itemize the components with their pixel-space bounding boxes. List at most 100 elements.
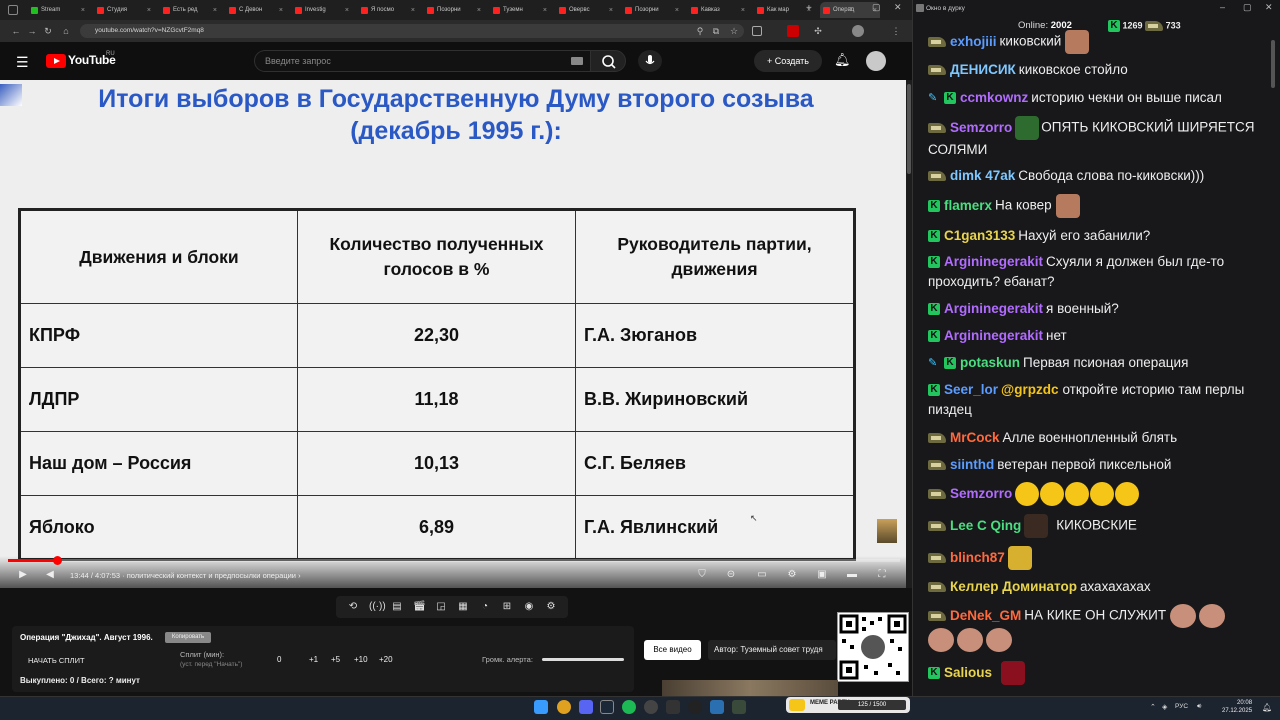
zoom-icon[interactable]: ⚲	[694, 24, 706, 38]
create-button[interactable]: + Создать	[754, 50, 822, 72]
browser-tab[interactable]: Есть ред ×	[160, 2, 220, 18]
clapper-icon[interactable]: 🎬︎	[413, 601, 426, 613]
chat-scrollbar-thumb[interactable]	[1271, 40, 1275, 88]
new-tab-icon[interactable]: +	[806, 3, 812, 14]
obs-icon[interactable]	[644, 700, 658, 714]
close-window-icon[interactable]: ✕	[894, 2, 902, 13]
split-add-5-button[interactable]: +5	[331, 655, 340, 664]
search-button[interactable]	[590, 50, 626, 72]
channel-watermark[interactable]	[876, 518, 898, 544]
url-input[interactable]: youtube.com/watch?v=NZGcvtF2mq8	[80, 24, 744, 38]
split-value-0[interactable]: 0	[277, 655, 281, 664]
tab-close-icon[interactable]: ×	[477, 7, 481, 14]
tab-close-icon[interactable]: ×	[81, 7, 85, 14]
keyboard-icon[interactable]	[571, 57, 583, 65]
cast-icon[interactable]: ⧉	[710, 24, 722, 38]
explorer-icon[interactable]	[732, 700, 746, 714]
extension-settings-icon[interactable]: ⚙	[545, 601, 557, 613]
search-input[interactable]: Введите запрос	[254, 50, 590, 72]
subtitles-icon[interactable]: ▭	[755, 568, 769, 582]
fullscreen-icon[interactable]: ⛶	[875, 568, 889, 582]
speed-icon[interactable]: ◔	[479, 601, 491, 613]
hamburger-menu-icon[interactable]: ☰	[16, 54, 29, 71]
chat-username[interactable]: Lee C Qing	[950, 518, 1021, 533]
chrome-icon[interactable]	[557, 700, 571, 714]
page-scrollbar-thumb[interactable]	[907, 84, 911, 174]
chat-username[interactable]: ccmkownz	[960, 90, 1028, 105]
chat-username[interactable]: blinch87	[950, 550, 1005, 565]
browser-tab[interactable]: Студия ×	[94, 2, 154, 18]
spotify-icon[interactable]	[622, 700, 636, 714]
notifications-bell-icon[interactable]: 🔔︎	[834, 52, 851, 68]
tab-close-icon[interactable]: ×	[279, 7, 283, 14]
author-button[interactable]: Автор: Туземный совет трудя	[708, 640, 836, 660]
chat-username[interactable]: ДЕНИСИК	[950, 62, 1016, 77]
chapter-title[interactable]: · политический контекст и предпосылки оп…	[122, 571, 296, 580]
clock[interactable]: 20:08 27.12.2025	[1222, 699, 1252, 715]
loop-icon[interactable]: ⟲	[347, 601, 359, 613]
cinema-icon[interactable]: ▤	[391, 601, 403, 613]
windows-start-icon[interactable]	[534, 700, 548, 714]
tab-overview-icon[interactable]	[8, 5, 18, 15]
all-videos-button[interactable]: Все видео	[644, 640, 701, 660]
chat-username[interactable]: MrCock	[950, 430, 1000, 445]
telegram-icon[interactable]	[710, 700, 724, 714]
theater-mode-icon[interactable]: ▬	[845, 568, 859, 582]
forward-icon[interactable]: →	[26, 24, 38, 38]
tab-close-icon[interactable]: ×	[147, 7, 151, 14]
chat-username[interactable]: Salious	[944, 665, 992, 680]
maximize-icon[interactable]: ▢	[872, 2, 881, 13]
tray-chevron-icon[interactable]: ⌃	[1150, 703, 1156, 711]
app-icon[interactable]	[666, 700, 680, 714]
bookmark-star-icon[interactable]: ☆	[728, 24, 740, 38]
chat-username[interactable]: Argininegerakit	[944, 301, 1043, 316]
chat-username[interactable]: Semzorro	[950, 486, 1012, 501]
chat-username[interactable]: Semzorro	[950, 120, 1012, 135]
browser-tab[interactable]: Позорни ×	[622, 2, 682, 18]
network-icon[interactable]: ◈	[1162, 703, 1167, 711]
chat-username[interactable]: Келлер Доминатор	[950, 579, 1077, 594]
progress-bar[interactable]	[8, 559, 900, 562]
chat-username[interactable]: siinthd	[950, 457, 994, 472]
tab-close-icon[interactable]: ×	[345, 7, 349, 14]
speaker-icon[interactable]: 🔊︎	[1197, 703, 1201, 711]
split-add-10-button[interactable]: +10	[354, 655, 368, 664]
browser-tab[interactable]: Investig ×	[292, 2, 352, 18]
media-icon[interactable]	[688, 700, 702, 714]
avatar[interactable]	[866, 51, 886, 71]
chat-username[interactable]: DeNek_GM	[950, 608, 1021, 623]
steam-icon[interactable]	[600, 700, 614, 714]
browser-tab[interactable]: Stream ×	[28, 2, 88, 18]
tab-close-icon[interactable]: ×	[411, 7, 415, 14]
extensions-puzzle-icon[interactable]: ✣	[812, 24, 824, 38]
start-split-button[interactable]: НАЧАТЬ СПЛИТ	[28, 656, 85, 665]
language-indicator[interactable]: РУС	[1175, 703, 1188, 710]
voice-search-button[interactable]	[638, 50, 662, 72]
chat-mention[interactable]: @grpzdc	[1001, 382, 1058, 397]
tab-close-icon[interactable]: ×	[213, 7, 217, 14]
split-add-20-button[interactable]: +20	[379, 655, 393, 664]
broadcast-icon[interactable]: ((·))	[369, 601, 386, 613]
chat-minimize-icon[interactable]: –	[1220, 2, 1225, 12]
browser-tab[interactable]: Я посмо ×	[358, 2, 418, 18]
adblock-icon[interactable]	[787, 25, 799, 37]
chat-username[interactable]: exhojiii	[950, 34, 997, 49]
extension-icon[interactable]	[752, 26, 762, 36]
grid-icon[interactable]: ▦	[457, 601, 469, 613]
youtube-logo-icon[interactable]	[46, 54, 66, 68]
chat-username[interactable]: dimk 47ak	[950, 168, 1015, 183]
browser-tab[interactable]: С Девон ×	[226, 2, 286, 18]
split-add-1-button[interactable]: +1	[309, 655, 318, 664]
tab-close-icon[interactable]: ×	[543, 7, 547, 14]
clip-icon[interactable]: ⊞	[501, 601, 513, 613]
browser-tab[interactable]: Кавказ ×	[688, 2, 748, 18]
minimize-icon[interactable]: –	[848, 2, 853, 12]
screenshot-icon[interactable]: ◉	[523, 601, 535, 613]
chat-close-icon[interactable]: ✕	[1265, 2, 1273, 13]
browser-menu-icon[interactable]: ⋮	[890, 24, 902, 38]
tab-close-icon[interactable]: ×	[675, 7, 679, 14]
chat-maximize-icon[interactable]: ▢	[1243, 2, 1252, 13]
chat-username[interactable]: Seer_lor	[944, 382, 998, 397]
copy-button[interactable]: Копировать	[165, 632, 211, 643]
settings-gear-icon[interactable]: ⚙	[785, 568, 799, 582]
